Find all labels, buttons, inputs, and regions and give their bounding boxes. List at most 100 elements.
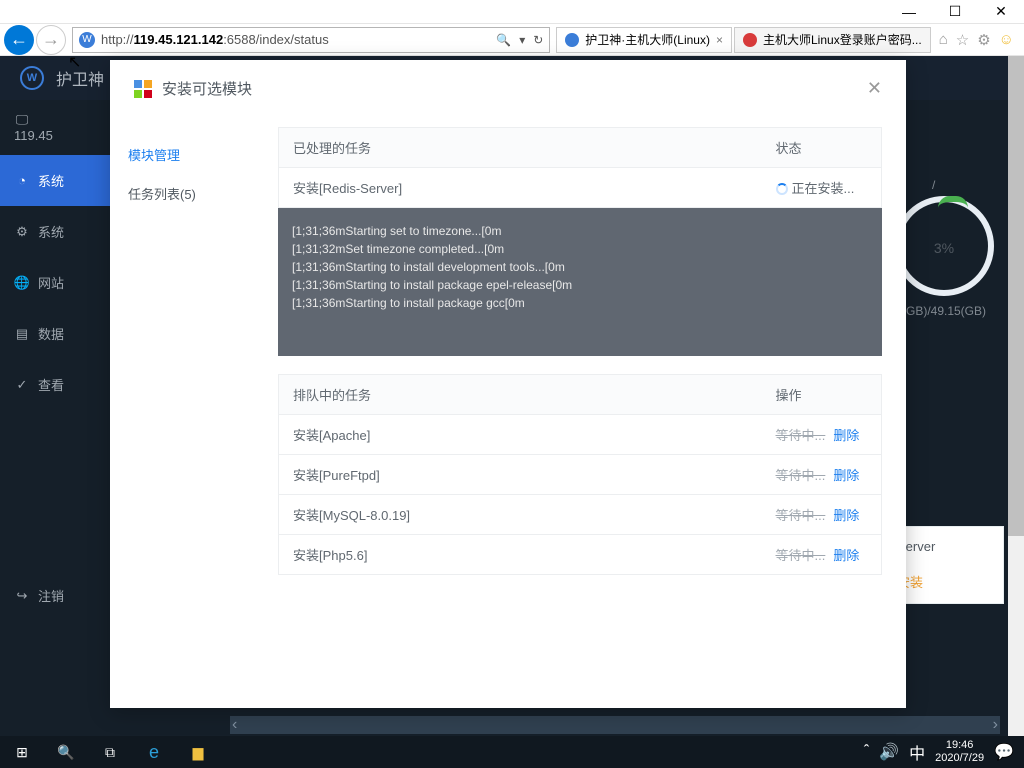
col-operation: 操作 (762, 375, 882, 415)
waiting-label: 等待中... (776, 548, 826, 563)
install-modules-modal: 安装可选模块 ✕ 模块管理 任务列表(5) 已处理的任务 状态 安装[Redis… (110, 60, 906, 708)
tab-2[interactable]: 主机大师Linux登录账户密码... (734, 27, 931, 53)
toolbar-icons: ⌂ ☆ ⚙ ☺ (933, 31, 1020, 49)
console-line: [1;31;32mSet timezone completed...[0m (292, 240, 868, 258)
clock[interactable]: 19:46 2020/7/29 (935, 739, 984, 765)
window-titlebar: — ☐ ✕ (0, 0, 1024, 24)
url-text: http://119.45.121.142:6588/index/status (101, 32, 488, 47)
explorer-button[interactable]: ▆ (176, 736, 220, 768)
refresh-icon[interactable]: ↻ (533, 33, 543, 47)
app-sidebar: 🖵 119.45 ◔ 系统 ⚙ 系统 🌐 网站 ▤ 数据 ✓ 查看 ↪ 注销 (0, 100, 120, 736)
modal-nav: 模块管理 任务列表(5) (110, 117, 268, 707)
sidebar-web[interactable]: 🌐 网站 (0, 257, 120, 308)
logout-icon: ↪ (14, 588, 30, 604)
horizontal-scrollbar[interactable]: ‹ › (230, 716, 1000, 734)
modal-content: 已处理的任务 状态 安装[Redis-Server] 正在安装... [1;31… (268, 117, 906, 707)
console-line: [1;31;36mStarting to install package gcc… (292, 294, 868, 312)
sidebar-data[interactable]: ▤ 数据 (0, 308, 120, 359)
spinner-icon (776, 183, 788, 195)
sidebar-settings[interactable]: ⚙ 系统 (0, 206, 120, 257)
nav-task-list[interactable]: 任务列表(5) (110, 174, 268, 213)
forward-button[interactable]: → (36, 25, 66, 55)
tab-1[interactable]: 护卫神·主机大师(Linux) × (556, 27, 732, 53)
gear-icon: ⚙ (14, 224, 30, 240)
home-icon[interactable]: ⌂ (939, 31, 948, 49)
nav-module-mgmt[interactable]: 模块管理 (110, 135, 268, 174)
close-window-button[interactable]: ✕ (978, 0, 1024, 24)
data-icon: ▤ (14, 326, 30, 342)
ime-indicator[interactable]: 中 (909, 740, 925, 764)
disk-gauge: 3% (894, 196, 994, 296)
volume-icon[interactable]: 🔊 (879, 742, 899, 762)
delete-link[interactable]: 删除 (833, 428, 859, 443)
favorite-icon[interactable]: ☆ (956, 31, 969, 49)
queue-task: 安装[Apache] (279, 415, 762, 455)
site-favicon: W (79, 32, 95, 48)
taskview-button[interactable]: ⧉ (88, 736, 132, 768)
sidebar-logout[interactable]: ↪ 注销 (0, 570, 120, 621)
modal-title: 安装可选模块 (162, 78, 252, 99)
gear-icon[interactable]: ⚙ (977, 31, 990, 49)
queue-task: 安装[Php5.6] (279, 535, 762, 575)
table-row: 安装[Apache] 等待中... 删除 (279, 415, 882, 455)
scroll-right-icon[interactable]: › (993, 716, 998, 734)
table-row: 安装[Redis-Server] 正在安装... (279, 168, 882, 208)
app-logo: W (20, 66, 44, 90)
vertical-scrollbar[interactable] (1008, 56, 1024, 736)
queue-task: 安装[PureFtpd] (279, 455, 762, 495)
col-task: 排队中的任务 (279, 375, 762, 415)
minimize-button[interactable]: — (886, 0, 932, 24)
notification-icon[interactable]: 💬 (994, 742, 1014, 762)
gauge-slash: / (932, 178, 935, 192)
globe-icon: 🌐 (14, 275, 30, 291)
tab-title: 主机大师Linux登录账户密码... (763, 31, 922, 48)
delete-link[interactable]: 删除 (833, 548, 859, 563)
search-button[interactable]: 🔍 (44, 736, 88, 768)
scrollbar-thumb[interactable] (1008, 56, 1024, 536)
table-row: 安装[MySQL-8.0.19] 等待中... 删除 (279, 495, 882, 535)
taskbar: ⊞ 🔍 ⧉ e ▆ ˆ 🔊 中 19:46 2020/7/29 💬 (0, 736, 1024, 768)
smiley-icon[interactable]: ☺ (999, 31, 1014, 49)
tray-up-icon[interactable]: ˆ (864, 743, 869, 761)
delete-link[interactable]: 删除 (833, 508, 859, 523)
tab-favicon (565, 33, 579, 47)
waiting-label: 等待中... (776, 468, 826, 483)
console-line: [1;31;36mStarting set to timezone...[0m (292, 222, 868, 240)
table-row: 安装[PureFtpd] 等待中... 删除 (279, 455, 882, 495)
close-tab-icon[interactable]: × (716, 33, 723, 47)
maximize-button[interactable]: ☐ (932, 0, 978, 24)
tab-favicon (743, 33, 757, 47)
dropdown-icon[interactable]: ▾ (519, 33, 525, 47)
tab-title: 护卫神·主机大师(Linux) (585, 31, 710, 48)
task-status: 正在安装... (762, 168, 882, 208)
sidebar-check[interactable]: ✓ 查看 (0, 359, 120, 410)
browser-toolbar: ← → W http://119.45.121.142:6588/index/s… (0, 24, 1024, 56)
monitor-icon: 🖵 (14, 112, 30, 128)
start-button[interactable]: ⊞ (0, 736, 44, 768)
waiting-label: 等待中... (776, 508, 826, 523)
install-link[interactable]: 安装 (897, 572, 991, 591)
clipboard-icon: ✓ (14, 377, 30, 393)
table-row: 安装[Php5.6] 等待中... 删除 (279, 535, 882, 575)
col-task: 已处理的任务 (279, 128, 762, 168)
waiting-label: 等待中... (776, 428, 826, 443)
modal-header: 安装可选模块 ✕ (110, 60, 906, 117)
gauge-icon: ◔ (14, 173, 30, 189)
back-button[interactable]: ← (4, 25, 34, 55)
queue-task: 安装[MySQL-8.0.19] (279, 495, 762, 535)
search-icon[interactable]: 🔍 (496, 33, 511, 47)
service-name: Server (897, 539, 991, 554)
col-status: 状态 (762, 128, 882, 168)
close-modal-button[interactable]: ✕ (867, 78, 882, 99)
console-line: [1;31;36mStarting to install package epe… (292, 276, 868, 294)
console-output: [1;31;36mStarting set to timezone...[0m … (278, 208, 882, 356)
address-bar[interactable]: W http://119.45.121.142:6588/index/statu… (72, 27, 550, 53)
sidebar-ip: 🖵 119.45 (0, 100, 120, 155)
ie-button[interactable]: e (132, 736, 176, 768)
delete-link[interactable]: 删除 (833, 468, 859, 483)
modules-icon (134, 80, 152, 98)
sidebar-system[interactable]: ◔ 系统 (0, 155, 120, 206)
scroll-left-icon[interactable]: ‹ (232, 716, 237, 734)
console-line: [1;31;36mStarting to install development… (292, 258, 868, 276)
task-name: 安装[Redis-Server] (279, 168, 762, 208)
